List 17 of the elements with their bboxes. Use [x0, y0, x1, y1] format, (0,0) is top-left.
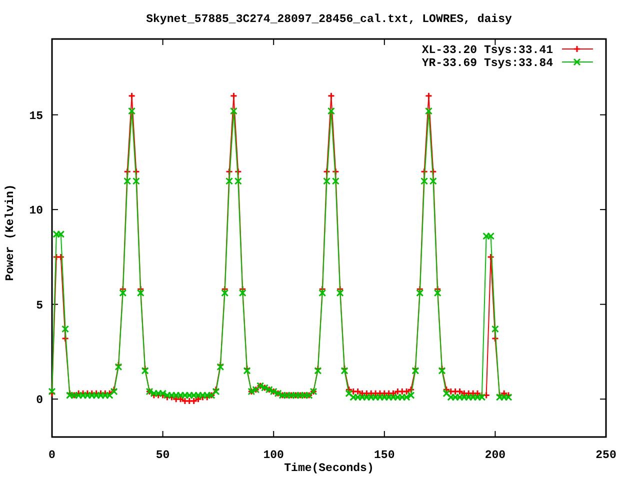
y-axis-label: Power (Kelvin) [4, 184, 16, 280]
x-tick-label: 0 [48, 449, 56, 462]
x-axis-label: Time(Seconds) [284, 462, 374, 475]
legend-line-sample [562, 45, 594, 53]
legend-label: YR-33.69 Tsys:33.84 [422, 57, 553, 70]
y-tick-label: 0 [36, 394, 43, 408]
y-tick-label: 5 [36, 299, 43, 312]
legend-label: XL-33.20 Tsys:33.41 [422, 44, 553, 57]
y-tick-label: 15 [29, 110, 43, 123]
x-tick-label: 150 [374, 449, 395, 462]
x-tick-label: 100 [263, 449, 284, 462]
x-tick-label: 50 [156, 449, 170, 462]
legend-line-sample [562, 58, 594, 66]
chart-title: Skynet_57885_3C274_28097_28456_cal.txt, LOWRES, daisy [146, 12, 512, 26]
x-tick-label: 250 [596, 449, 616, 462]
x-tick-label: 200 [484, 449, 506, 462]
y-tick-label: 10 [29, 204, 43, 218]
